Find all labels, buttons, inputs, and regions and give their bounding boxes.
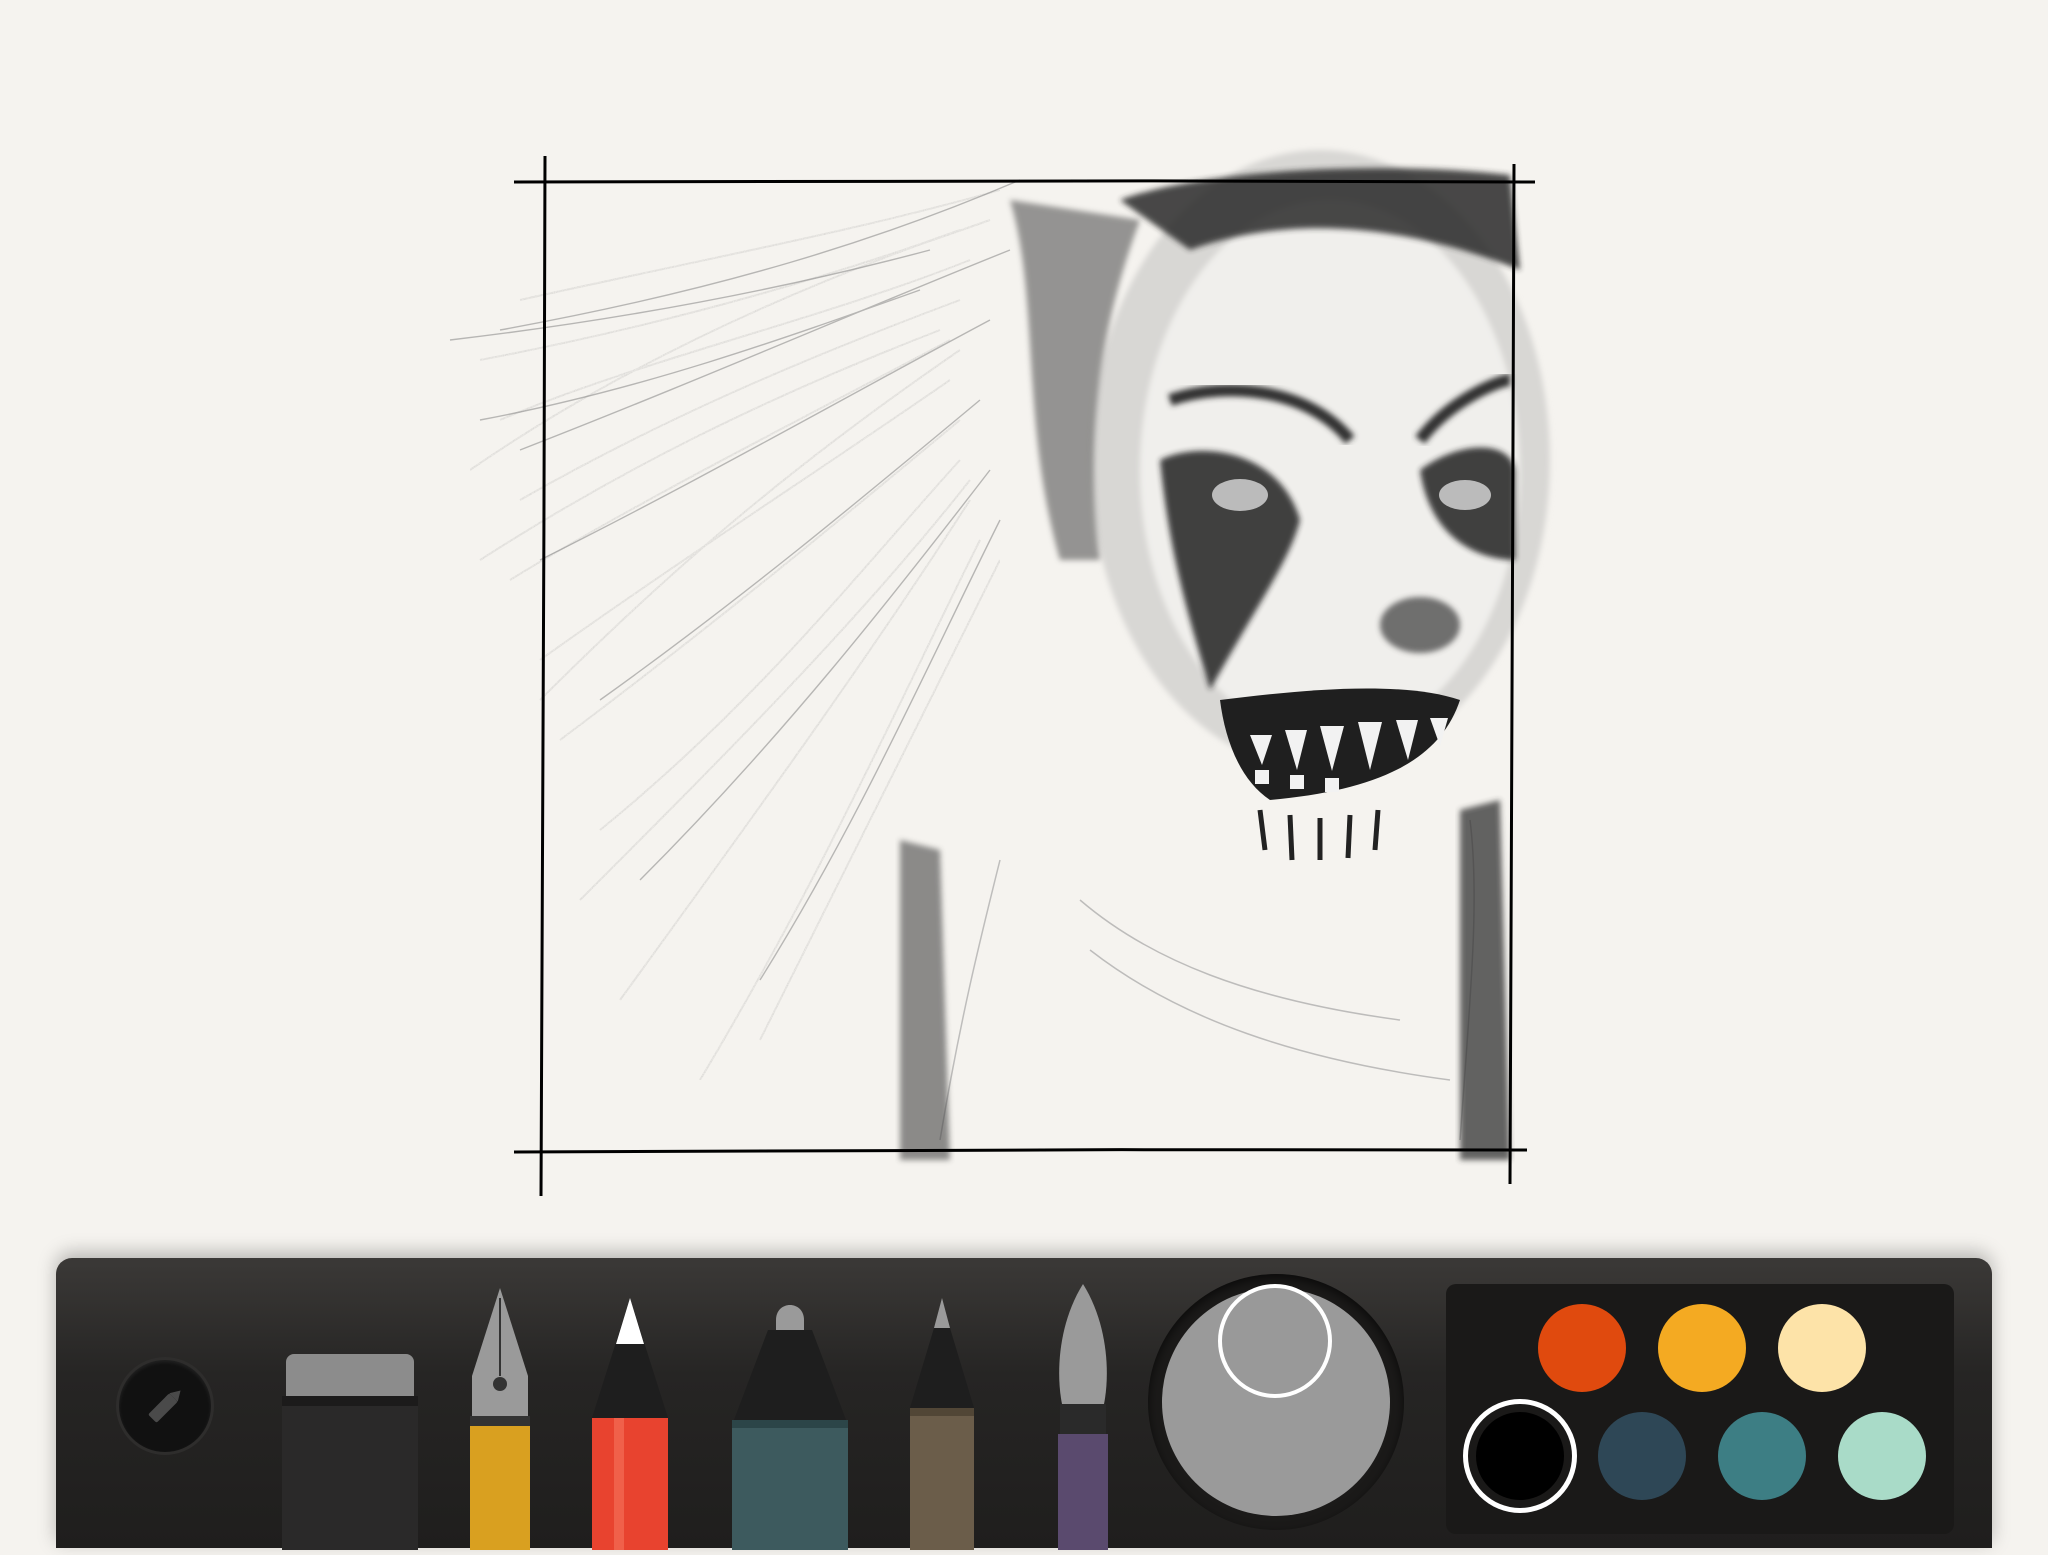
color-palette [1446,1284,1954,1534]
tool-tray [56,1258,1992,1555]
swatch-black[interactable] [1476,1412,1564,1500]
brush-tool[interactable] [1048,1284,1118,1550]
swatch-cream[interactable] [1778,1304,1866,1392]
swatch-slate-blue[interactable] [1598,1412,1686,1500]
marker-tool[interactable] [728,1300,852,1550]
pen-icon [910,1298,974,1550]
color-mixer[interactable] [1148,1274,1404,1530]
pen-tool[interactable] [904,1298,980,1550]
pencil-tool[interactable] [592,1298,668,1550]
pencil-edit-icon [148,1390,181,1423]
swatch-golden-yellow[interactable] [1658,1304,1746,1392]
brush-icon [1058,1284,1108,1550]
fountain-pen-tool[interactable] [466,1288,534,1555]
menu-button[interactable] [119,1360,211,1452]
swatch-orange-red[interactable] [1538,1304,1626,1392]
current-color-indicator[interactable] [1218,1284,1332,1398]
marker-icon [732,1305,848,1550]
sketch-drawing [449,150,1550,1160]
swatch-teal[interactable] [1718,1412,1806,1500]
swatch-mint[interactable] [1838,1412,1926,1500]
pencil-icon [592,1298,668,1550]
drawing-canvas[interactable] [0,0,2048,1240]
eraser-tool[interactable] [282,1350,418,1555]
fountain-pen-icon [470,1288,530,1555]
eraser-icon [282,1354,418,1555]
